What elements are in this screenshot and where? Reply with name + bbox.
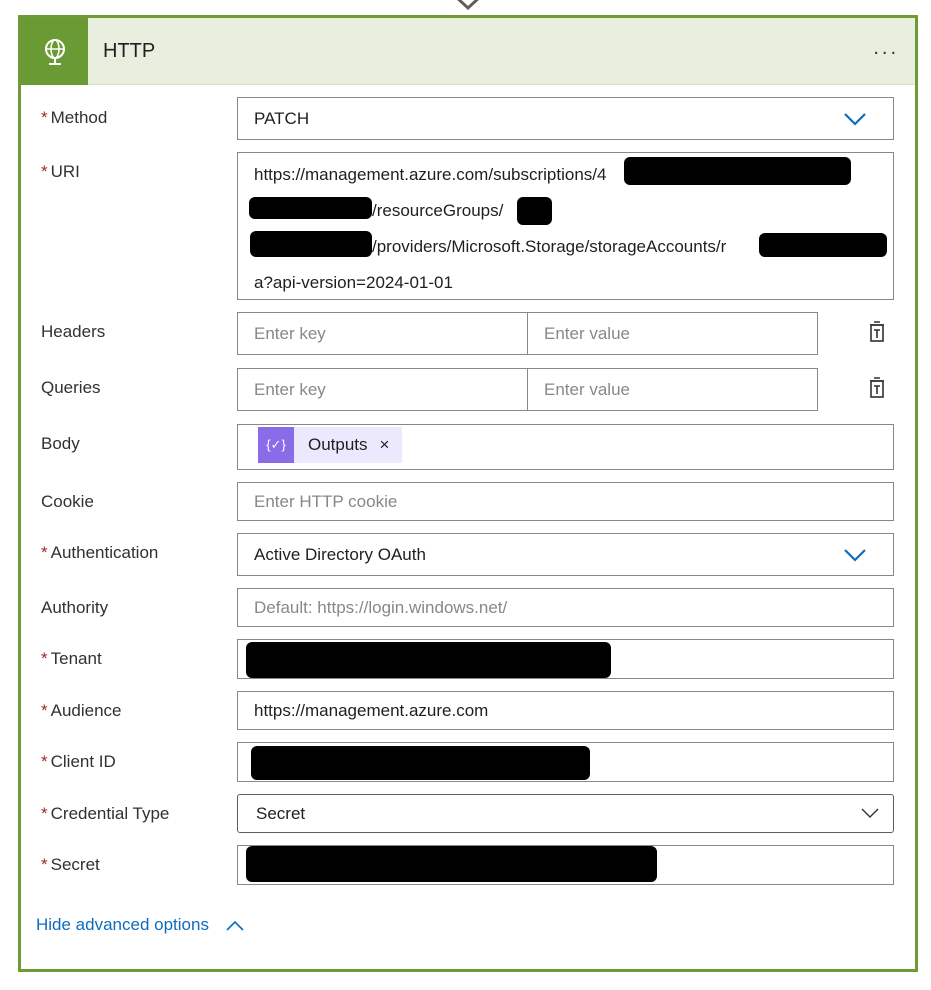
authority-label: Authority	[41, 598, 109, 617]
cookie-input[interactable]: Enter HTTP cookie	[237, 482, 894, 521]
redaction-block	[249, 197, 372, 219]
header-key-input[interactable]: Enter key	[237, 312, 528, 355]
cookie-label: Cookie	[41, 492, 94, 511]
delete-icon[interactable]	[866, 320, 888, 344]
dynamic-content-token[interactable]: {✓} Outputs ×	[258, 427, 402, 463]
chevron-down-icon	[844, 549, 866, 562]
uri-line-1: https://management.azure.com/subscriptio…	[254, 165, 607, 184]
token-label: Outputs	[308, 435, 368, 454]
client-id-label: * Client ID	[41, 752, 116, 771]
queries-label: Queries	[41, 378, 101, 397]
expression-icon: {✓}	[258, 427, 294, 463]
secret-input[interactable]	[237, 845, 894, 885]
authentication-dropdown[interactable]: Active Directory OAuth	[237, 533, 894, 576]
http-action-card: HTTP ... * Method PATCH * URI https://mana…	[18, 15, 918, 972]
uri-label: * URI	[41, 162, 80, 181]
authority-input[interactable]: Default: https://login.windows.net/	[237, 588, 894, 627]
body-label: Body	[41, 434, 80, 453]
credential-type-label: * Credential Type	[41, 804, 170, 823]
chevron-down-icon	[844, 113, 866, 126]
audience-label: * Audience	[41, 701, 122, 720]
redaction-block	[517, 197, 552, 225]
uri-line-4: a?api-version=2024-01-01	[254, 273, 453, 292]
secret-label: * Secret	[41, 855, 100, 874]
remove-token-button[interactable]: ×	[380, 435, 390, 455]
redaction-block	[246, 846, 657, 882]
hide-advanced-options-link[interactable]: Hide advanced options	[36, 915, 244, 935]
redaction-block	[624, 157, 851, 185]
uri-input[interactable]: https://management.azure.com/subscriptio…	[237, 152, 894, 300]
card-title: HTTP	[103, 40, 156, 62]
connector-arrow-icon	[457, 0, 479, 11]
chevron-down-icon	[861, 808, 879, 818]
redaction-block	[250, 231, 372, 257]
uri-line-2: /resourceGroups/	[372, 201, 504, 220]
method-dropdown[interactable]: PATCH	[237, 97, 894, 140]
redaction-block	[246, 642, 611, 678]
more-icon[interactable]: ...	[873, 38, 899, 58]
client-id-input[interactable]	[237, 742, 894, 782]
body-input[interactable]: {✓} Outputs ×	[237, 424, 894, 470]
headers-label: Headers	[41, 322, 106, 341]
uri-line-3: /providers/Microsoft.Storage/storageAcco…	[372, 237, 727, 256]
method-value: PATCH	[254, 109, 310, 128]
audience-input[interactable]: https://management.azure.com	[237, 691, 894, 730]
query-key-input[interactable]: Enter key	[237, 368, 528, 411]
card-header[interactable]: HTTP ...	[21, 18, 915, 85]
method-label: * Method	[41, 108, 108, 127]
redaction-block	[251, 746, 590, 780]
authentication-label: * Authentication	[41, 543, 159, 562]
globe-icon	[21, 18, 88, 85]
chevron-up-icon	[226, 920, 244, 931]
delete-icon[interactable]	[866, 376, 888, 400]
query-value-input[interactable]: Enter value	[527, 368, 818, 411]
authentication-value: Active Directory OAuth	[254, 545, 426, 564]
tenant-input[interactable]	[237, 639, 894, 679]
redaction-block	[759, 233, 887, 257]
tenant-label: * Tenant	[41, 649, 102, 668]
header-value-input[interactable]: Enter value	[527, 312, 818, 355]
credential-type-dropdown[interactable]: Secret	[237, 794, 894, 833]
